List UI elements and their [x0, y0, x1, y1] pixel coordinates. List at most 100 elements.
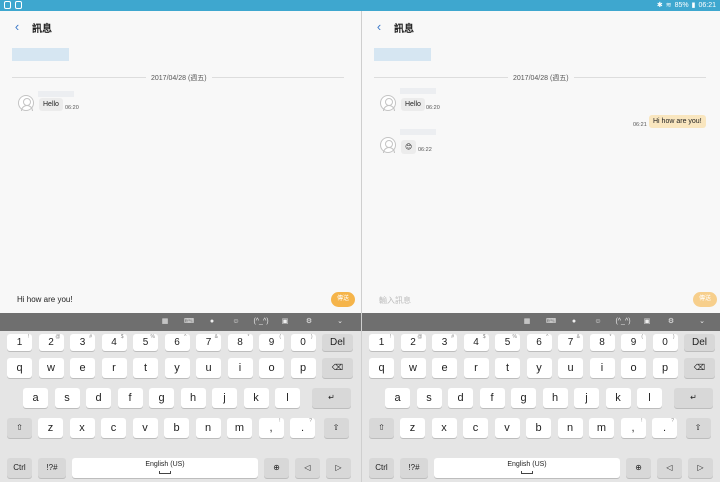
emoji-icon[interactable]: ☺	[593, 317, 603, 327]
kaomoji-icon[interactable]: (^_^)	[252, 317, 270, 327]
key-8[interactable]: 8 *	[227, 334, 253, 351]
key-0[interactable]: 0)	[652, 334, 678, 351]
key-l[interactable]: l	[275, 388, 300, 408]
backspace-key[interactable]: ⌫	[684, 358, 715, 378]
key-v[interactable]: v	[132, 418, 158, 438]
sticker-icon[interactable]: ▣	[642, 317, 652, 327]
key-m[interactable]: m	[227, 418, 252, 438]
language-key[interactable]: ⊕	[626, 458, 651, 478]
key-r[interactable]: r	[463, 358, 489, 378]
key-w[interactable]: w	[400, 358, 426, 378]
key-i[interactable]: i	[589, 358, 615, 378]
send-button[interactable]: 傳送	[693, 292, 717, 307]
sticker-icon[interactable]: ▣	[280, 317, 290, 327]
key-n[interactable]: n	[557, 418, 583, 438]
key-l[interactable]: l	[637, 388, 662, 408]
key-2[interactable]: 2 @	[38, 334, 64, 351]
cursor-right-key[interactable]: ▷	[326, 458, 351, 478]
settings-icon[interactable]: ⚙	[666, 317, 676, 327]
send-button[interactable]: 傳送	[331, 292, 355, 307]
space-key[interactable]: English (US)	[72, 458, 258, 478]
message-bubble-incoming[interactable]: Hello	[401, 98, 425, 111]
key-d[interactable]: d	[448, 388, 473, 408]
key-z[interactable]: z	[38, 418, 63, 438]
key-k[interactable]: k	[243, 388, 269, 408]
back-icon[interactable]: ‹	[372, 19, 386, 35]
delete-key[interactable]: Del	[322, 334, 353, 351]
key-r[interactable]: r	[101, 358, 127, 378]
settings-icon[interactable]: ⚙	[304, 317, 314, 327]
key-j[interactable]: j	[574, 388, 599, 408]
key-c[interactable]: c	[463, 418, 488, 438]
key-2[interactable]: 2 @	[400, 334, 426, 351]
shift-key-right[interactable]: ⇧	[685, 418, 711, 438]
key-f[interactable]: f	[479, 388, 505, 408]
message-bubble-incoming[interactable]: Hello	[39, 98, 63, 111]
message-bubble-emoji[interactable]: 😊	[401, 140, 417, 154]
shift-key-right[interactable]: ⇧	[323, 418, 349, 438]
comma-key[interactable]: ,!	[258, 418, 284, 438]
key-y[interactable]: y	[164, 358, 190, 378]
avatar[interactable]	[18, 95, 34, 111]
key-3[interactable]: 3 #	[432, 334, 457, 351]
key-7[interactable]: 7 &	[196, 334, 221, 351]
key-b[interactable]: b	[164, 418, 189, 438]
key-u[interactable]: u	[196, 358, 221, 378]
key-y[interactable]: y	[526, 358, 552, 378]
keyboard-icon[interactable]: ⌨	[184, 317, 194, 327]
cursor-left-key[interactable]: ◁	[657, 458, 682, 478]
shift-key-left[interactable]: ⇧	[369, 418, 394, 438]
key-3[interactable]: 3 #	[70, 334, 95, 351]
back-icon[interactable]: ‹	[10, 19, 24, 35]
clipboard-icon[interactable]: ▦	[160, 317, 170, 327]
key-o[interactable]: o	[259, 358, 284, 378]
collapse-icon[interactable]: ⌄	[335, 317, 345, 327]
key-h[interactable]: h	[180, 388, 206, 408]
period-key[interactable]: .?	[290, 418, 315, 438]
key-w[interactable]: w	[38, 358, 64, 378]
symbols-key[interactable]: !?#	[38, 458, 66, 478]
key-7[interactable]: 7 &	[558, 334, 583, 351]
key-p[interactable]: p	[652, 358, 678, 378]
key-j[interactable]: j	[212, 388, 237, 408]
shift-key-left[interactable]: ⇧	[7, 418, 32, 438]
cursor-left-key[interactable]: ◁	[295, 458, 320, 478]
key-o[interactable]: o	[621, 358, 646, 378]
key-6[interactable]: 6 ^	[526, 334, 552, 351]
period-key[interactable]: .?	[652, 418, 677, 438]
symbols-key[interactable]: !?#	[400, 458, 428, 478]
space-key[interactable]: English (US)	[434, 458, 620, 478]
key-x[interactable]: x	[69, 418, 95, 438]
key-q[interactable]: q	[369, 358, 394, 378]
key-a[interactable]: a	[23, 388, 48, 408]
key-n[interactable]: n	[195, 418, 221, 438]
key-s[interactable]: s	[416, 388, 442, 408]
message-input[interactable]: 輸入訊息	[379, 295, 411, 306]
comma-key[interactable]: ,!	[620, 418, 646, 438]
backspace-key[interactable]: ⌫	[322, 358, 353, 378]
avatar[interactable]	[380, 137, 396, 153]
key-e[interactable]: e	[70, 358, 95, 378]
key-9[interactable]: 9(	[621, 334, 646, 351]
message-bubble-outgoing[interactable]: Hi how are you!	[649, 115, 706, 128]
key-6[interactable]: 6 ^	[164, 334, 190, 351]
kaomoji-icon[interactable]: (^_^)	[614, 317, 632, 327]
avatar[interactable]	[380, 95, 396, 111]
key-d[interactable]: d	[86, 388, 111, 408]
key-g[interactable]: g	[511, 388, 536, 408]
mic-icon[interactable]: ●	[569, 317, 579, 327]
key-x[interactable]: x	[431, 418, 457, 438]
keyboard-icon[interactable]: ⌨	[546, 317, 556, 327]
key-5[interactable]: 5%	[133, 334, 158, 351]
key-v[interactable]: v	[494, 418, 520, 438]
ctrl-key[interactable]: Ctrl	[369, 458, 394, 478]
ctrl-key[interactable]: Ctrl	[7, 458, 32, 478]
language-key[interactable]: ⊕	[264, 458, 289, 478]
key-q[interactable]: q	[7, 358, 32, 378]
key-0[interactable]: 0)	[290, 334, 316, 351]
key-4[interactable]: 4 $	[101, 334, 127, 351]
message-input[interactable]: Hi how are you!	[17, 295, 73, 304]
key-8[interactable]: 8 *	[589, 334, 615, 351]
clipboard-icon[interactable]: ▦	[522, 317, 532, 327]
key-g[interactable]: g	[149, 388, 174, 408]
